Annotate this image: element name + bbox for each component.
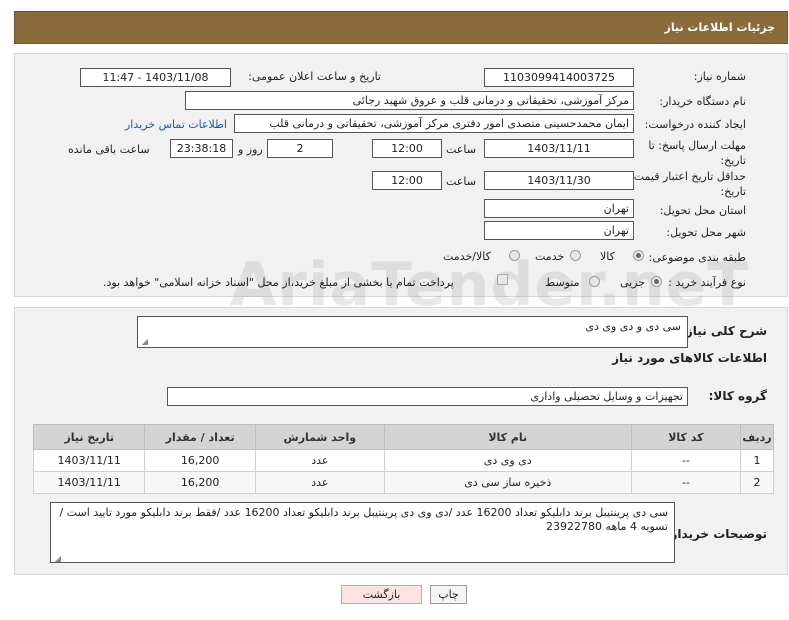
col-row: ردیف [739,424,775,450]
validity-date-field: 1403/11/30 [484,171,634,190]
cell-date: 1403/11/11 [32,471,146,494]
goods-table: ردیف کد کالا نام کالا واحد شمارش تعداد /… [32,424,775,494]
cell-row: 2 [739,471,775,494]
page-header: جزئیات اطلاعات نیاز [14,11,788,44]
table-row: 1 -- دی وی دی عدد 16,200 1403/11/11 [32,449,775,472]
col-date: تاریخ نیاز [32,424,146,450]
deadline-time-label: ساعت [446,143,476,156]
general-desc-field: سی دی و دی وی دی ◢ [137,316,688,348]
remaining-label: ساعت باقی مانده [68,143,150,156]
city-label: شهر محل تحویل: [666,226,746,239]
resize-grip-icon[interactable]: ◢ [53,552,61,563]
cell-code: -- [630,449,741,472]
buyer-notes-text: سی دی پرینتیبل برند دابلیکو تعداد 16200 … [59,506,668,533]
treasury-note: پرداخت تمام یا بخشی از مبلغ خرید،از محل … [103,276,454,289]
cell-code: -- [630,471,741,494]
goods-group-label: گروه کالا: [708,389,767,403]
buyer-notes-field: سی دی پرینتیبل برند دابلیکو تعداد 16200 … [50,502,675,563]
process-medium-label: متوسط [545,276,580,289]
validity-time-field: 12:00 [372,171,442,190]
province-label: استان محل تحویل: [659,204,746,217]
category-goods-label: کالا [600,250,615,263]
cell-unit: عدد [254,449,385,472]
col-code: کد کالا [630,424,741,450]
cell-date: 1403/11/11 [32,449,146,472]
category-service-radio[interactable] [570,250,581,261]
days-field: 2 [267,139,333,158]
goods-group-field: تجهیزات و وسایل تحصیلی واداری [167,387,688,406]
need-number-label: شماره نیاز: [693,70,746,83]
print-button[interactable]: چاپ [430,585,467,604]
cell-name: ذخیره ساز سی دی [383,471,632,494]
announce-field: 1403/11/08 - 11:47 [80,68,231,87]
process-minor-label: جزیی [620,276,646,289]
col-unit: واحد شمارش [254,424,385,450]
goods-info-title: اطلاعات کالاهای مورد نیاز [612,351,767,365]
back-button[interactable]: بازگشت [341,585,422,604]
process-medium-radio[interactable] [589,276,600,287]
resize-grip-icon[interactable]: ◢ [140,337,148,346]
cell-qty: 16,200 [144,449,256,472]
category-both-label: کالا/خدمت [443,250,491,263]
general-desc-text: سی دی و دی وی دی [585,320,681,333]
category-service-label: خدمت [535,250,565,263]
process-minor-radio[interactable] [651,276,662,287]
deadline-time-field: 12:00 [372,139,442,158]
process-label: نوع فرآیند خرید : [668,276,746,289]
general-desc-label: شرح کلی نیاز: [681,324,767,338]
buyer-notes-label: توضیحات خریدار: [665,527,767,541]
requester-label: ایجاد کننده درخواست: [644,118,746,131]
requester-field: ایمان محمدحسینی متصدی امور دفتری مرکز آم… [234,114,634,133]
remaining-time-field: 23:38:18 [170,139,233,158]
buyer-org-label: نام دستگاه خریدار: [659,95,746,108]
col-name: نام کالا [383,424,632,450]
col-qty: تعداد / مقدار [144,424,256,450]
deadline-label: مهلت ارسال پاسخ: تا تاریخ: [648,139,746,167]
cell-unit: عدد [254,471,385,494]
cell-row: 1 [739,449,775,472]
buyer-contact-link[interactable]: اطلاعات تماس خریدار [125,118,227,131]
validity-time-label: ساعت [446,175,476,188]
buyer-org-field: مرکز آموزشی، تحقیقاتی و درمانی قلب و عرو… [185,91,634,110]
need-number-field: 1103099414003725 [484,68,634,87]
deadline-date-field: 1403/11/11 [484,139,634,158]
category-label: طبقه بندی موضوعی: [648,251,746,264]
cell-name: دی وی دی [383,449,632,472]
table-row: 2 -- ذخیره ساز سی دی عدد 16,200 1403/11/… [32,471,775,494]
cell-qty: 16,200 [144,471,256,494]
category-goods-radio[interactable] [633,250,644,261]
days-label: روز و [238,143,263,156]
announce-label: تاریخ و ساعت اعلان عمومی: [248,70,381,83]
page-title: جزئیات اطلاعات نیاز [664,21,776,34]
category-both-radio[interactable] [509,250,520,261]
treasury-checkbox[interactable] [497,274,508,285]
province-field: تهران [484,199,634,218]
city-field: تهران [484,221,634,240]
